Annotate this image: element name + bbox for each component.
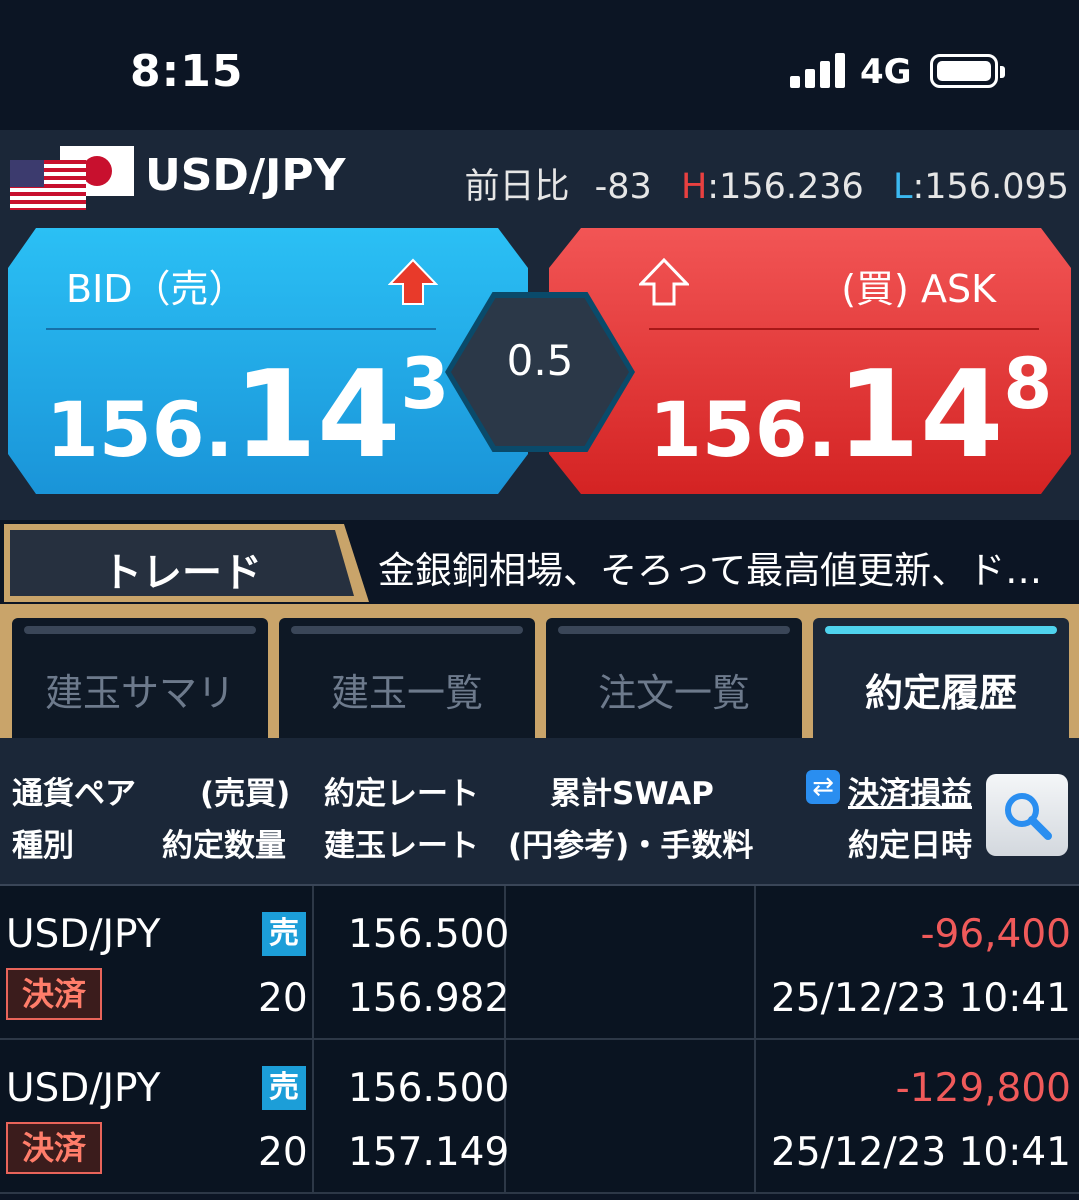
high-label: H [680, 167, 708, 207]
search-button[interactable] [986, 774, 1068, 856]
row-pair: USD/JPY [6, 1066, 161, 1111]
news-ticker[interactable]: 金銀銅相場、そろって最高値更新、ド… [378, 540, 1073, 594]
header-swap: 累計SWAP [550, 776, 714, 812]
header-pair: 通貨ペア [12, 776, 136, 812]
change-label: 前日比 [464, 167, 570, 207]
sell-badge: 売 [262, 1066, 306, 1110]
clock: 8:15 [130, 46, 244, 97]
bid-divider [46, 328, 436, 330]
tab-position-list[interactable]: 建玉一覧 [279, 618, 535, 738]
tab-execution-history[interactable]: 約定履歴 [813, 618, 1069, 738]
row-pnl: -96,400 [920, 912, 1071, 957]
bid-sell-button[interactable]: BID（売） 156.143 [8, 228, 528, 494]
row-datetime: 25/12/23 10:41 [771, 976, 1071, 1021]
low-value: 156.095 [924, 167, 1069, 207]
trade-tab[interactable]: トレード [4, 524, 369, 602]
low-label: L [892, 167, 913, 207]
ask-divider [649, 328, 1039, 330]
status-bar: 8:15 4G [0, 0, 1079, 130]
row-position-rate: 156.982 [348, 976, 510, 1021]
row-exec-rate: 156.500 [348, 912, 510, 957]
trade-bar: トレード 金銀銅相場、そろって最高値更新、ド… [0, 520, 1079, 606]
header-type: 種別 [12, 828, 74, 864]
battery-icon [930, 54, 1005, 88]
pair-name: USD/JPY [145, 150, 346, 201]
signal-icon [790, 52, 846, 88]
network-type: 4G [860, 52, 912, 92]
header-pnl-toggle[interactable]: 決済損益 [848, 768, 972, 813]
row-datetime: 25/12/23 10:41 [771, 1130, 1071, 1175]
history-tabs: 建玉サマリ 建玉一覧 注文一覧 約定履歴 [0, 604, 1079, 738]
swap-toggle-icon[interactable]: ⇄ [806, 770, 840, 804]
currency-flags-icon [10, 146, 135, 210]
spread-value: 0.5 [506, 336, 574, 385]
currency-pair-header[interactable]: USD/JPY 前日比 -83 H:156.236 L:156.095 [0, 130, 1079, 222]
arrow-up-outline-icon [639, 258, 689, 306]
row-position-rate: 157.149 [348, 1130, 510, 1175]
ask-label: (買) ASK [841, 267, 996, 311]
row-exec-rate: 156.500 [348, 1066, 510, 1111]
header-datetime: 約定日時 [848, 828, 972, 864]
sell-badge: 売 [262, 912, 306, 956]
tab-order-list[interactable]: 注文一覧 [546, 618, 802, 738]
table-row[interactable]: USD/JPY 売 決済 20 156.500 156.982 -96,400 … [0, 886, 1079, 1040]
arrow-up-icon [388, 258, 438, 305]
bid-label: BID（売） [66, 267, 247, 311]
pair-stats: 前日比 -83 H:156.236 L:156.095 [464, 167, 1070, 207]
tab-position-summary[interactable]: 建玉サマリ [12, 618, 268, 738]
header-quantity: 約定数量 [162, 828, 286, 864]
header-position-rate: 建玉レート [324, 828, 479, 864]
search-icon [1005, 793, 1052, 840]
header-side: (売買) [200, 776, 291, 812]
table-row[interactable]: USD/JPY 売 決済 20 156.500 157.149 -129,800… [0, 1040, 1079, 1194]
high-value: 156.236 [719, 167, 864, 207]
close-type-badge: 決済 [6, 1122, 102, 1174]
tab-label: 約定履歴 [864, 671, 1017, 715]
tab-label: 建玉サマリ [44, 671, 235, 715]
ask-price: 156.148 [649, 343, 1053, 485]
tab-label: 建玉一覧 [330, 671, 483, 715]
header-fee: (円参考)・手数料 [508, 828, 754, 864]
trade-tab-label: トレード [102, 550, 262, 596]
row-pair: USD/JPY [6, 912, 161, 957]
tab-label: 注文一覧 [597, 671, 750, 715]
price-panel: BID（売） 156.143 (買) ASK 156.148 0.5 [0, 222, 1079, 522]
row-quantity: 20 [258, 1130, 308, 1175]
header-exec-rate: 約定レート [324, 776, 479, 812]
row-pnl: -129,800 [895, 1066, 1071, 1111]
row-quantity: 20 [258, 976, 308, 1021]
close-type-badge: 決済 [6, 968, 102, 1020]
change-value: -83 [594, 167, 652, 207]
us-flag-icon [10, 160, 86, 210]
bid-price: 156.143 [46, 343, 450, 485]
